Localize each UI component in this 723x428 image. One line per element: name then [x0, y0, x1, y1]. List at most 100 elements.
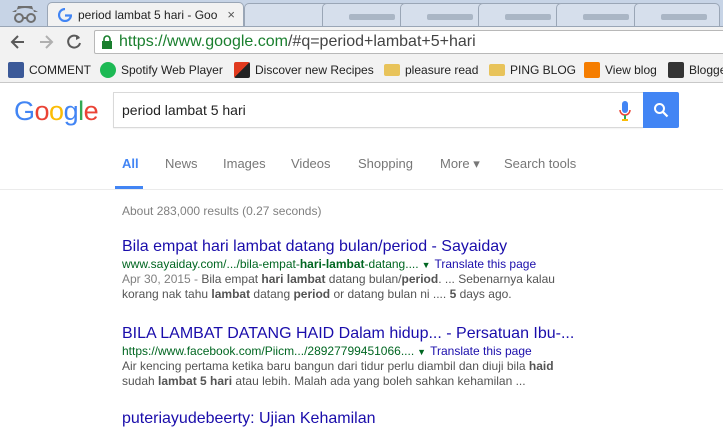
- bookmarks-bar: COMMENT Spotify Web Player Discover new …: [0, 57, 723, 83]
- result-url: www.sayaiday.com/.../bila-empat-hari-lam…: [122, 257, 582, 271]
- folder-icon: [489, 64, 505, 76]
- url-path: /#q=period+lambat+5+hari: [287, 33, 476, 50]
- snippet-text: Bila empat: [201, 272, 262, 286]
- tab-background-5[interactable]: [556, 3, 642, 26]
- bookmark-pleasure-read[interactable]: pleasure read: [384, 62, 478, 78]
- snippet-bold: hari lambat: [261, 272, 326, 286]
- tab-videos[interactable]: Videos: [291, 156, 331, 171]
- tab-images[interactable]: Images: [223, 156, 266, 171]
- result-title-link[interactable]: puteriayudebeerty: Ujian Kehamilan: [122, 410, 375, 428]
- bookmark-label: pleasure read: [405, 63, 479, 77]
- bookmark-label: PING BLOG: [510, 63, 577, 77]
- bookmark-label: View blog: [605, 63, 657, 77]
- search-input[interactable]: period lambat 5 hari: [113, 92, 643, 128]
- result-date: Apr 30, 2015 -: [122, 272, 202, 286]
- reload-icon[interactable]: [64, 32, 84, 52]
- result-stats: About 283,000 results (0.27 seconds): [122, 204, 322, 218]
- dropdown-arrow-icon[interactable]: ▼: [417, 347, 426, 357]
- google-header: Google period lambat 5 hari: [0, 84, 723, 138]
- recipes-icon: [234, 62, 250, 78]
- tab-all[interactable]: All: [122, 156, 139, 171]
- url-text: https://www.google.com/#q=period+lambat+…: [119, 33, 476, 51]
- logo-letter: o: [49, 96, 64, 126]
- snippet-text: korang nak tahu: [122, 287, 212, 301]
- search-tabs: All News Images Videos Shopping More ▾ S…: [0, 138, 723, 190]
- tab-blur: [427, 14, 473, 20]
- search-result: Bila empat hari lambat datang bulan/peri…: [122, 238, 582, 302]
- bookmark-comment[interactable]: COMMENT: [8, 62, 91, 78]
- address-bar[interactable]: https://www.google.com/#q=period+lambat+…: [94, 30, 723, 54]
- blogger-b-icon: [668, 62, 684, 78]
- tab-background-3[interactable]: [400, 3, 486, 26]
- tab-active[interactable]: period lambat 5 hari - Goo ×: [47, 2, 244, 26]
- url-part: https://www.facebook.com/Piicm.../289277…: [122, 344, 415, 358]
- result-snippet: Air kencing pertama ketika baru bangun d…: [122, 359, 582, 389]
- snippet-text: datang: [250, 287, 294, 301]
- microphone-icon[interactable]: [619, 101, 631, 121]
- bookmark-label: Spotify Web Player: [121, 63, 223, 77]
- snippet-text: or datang bulan ni ....: [330, 287, 450, 301]
- bookmark-spotify[interactable]: Spotify Web Player: [100, 62, 223, 78]
- tab-blur: [661, 14, 707, 20]
- tab-blur: [583, 14, 629, 20]
- snippet-text: atau lebih. Malah ada yang boleh sahkan …: [232, 374, 526, 388]
- facebook-icon: [8, 62, 24, 78]
- tab-strip: period lambat 5 hari - Goo ×: [0, 0, 723, 27]
- tab-blur: [349, 14, 395, 20]
- bookmark-label: Discover new Recipes: [255, 63, 374, 77]
- tab-title: period lambat 5 hari - Goo: [78, 8, 218, 22]
- tab-more[interactable]: More ▾: [440, 156, 480, 172]
- tab-news[interactable]: News: [165, 156, 198, 171]
- url-host: https://www.google.com: [119, 33, 288, 50]
- bookmark-blogger[interactable]: Blogge: [668, 62, 723, 78]
- url-part-bold: hari-lambat: [299, 257, 365, 271]
- tab-background-6[interactable]: [634, 3, 720, 26]
- snippet-text: datang bulan/: [325, 272, 402, 286]
- snippet-bold: lambat 5 hari: [158, 374, 233, 388]
- translate-link[interactable]: Translate this page: [430, 344, 532, 358]
- google-logo[interactable]: Google: [14, 96, 99, 127]
- result-url: https://www.facebook.com/Piicm.../289277…: [122, 344, 582, 358]
- close-tab-icon[interactable]: ×: [227, 7, 235, 22]
- bookmark-label: Blogge: [689, 63, 723, 77]
- incognito-icon: [12, 6, 38, 23]
- logo-letter: o: [34, 96, 50, 126]
- tab-blur: [505, 14, 551, 20]
- result-title-link[interactable]: Bila empat hari lambat datang bulan/peri…: [122, 238, 582, 256]
- bookmark-label: COMMENT: [29, 63, 91, 77]
- google-favicon-icon: [58, 8, 72, 22]
- snippet-bold: period: [401, 272, 439, 286]
- search-icon: [654, 103, 669, 118]
- translate-link[interactable]: Translate this page: [435, 257, 537, 271]
- tab-shopping[interactable]: Shopping: [358, 156, 413, 171]
- search-query: period lambat 5 hari: [122, 102, 246, 118]
- tab-background-1[interactable]: [244, 3, 330, 26]
- bookmark-view-blog[interactable]: View blog: [584, 62, 657, 78]
- forward-arrow-icon[interactable]: [36, 32, 56, 52]
- search-result: puteriayudebeerty: Ujian Kehamilan: [122, 410, 375, 428]
- active-tab-indicator: [115, 186, 143, 189]
- snippet-text: Air kencing pertama ketika baru bangun d…: [122, 359, 529, 373]
- bookmark-ping-blog[interactable]: PING BLOG: [489, 62, 576, 78]
- bookmark-recipes[interactable]: Discover new Recipes: [234, 62, 374, 78]
- spotify-icon: [100, 62, 116, 78]
- logo-letter: e: [83, 96, 99, 126]
- tab-background-4[interactable]: [478, 3, 564, 26]
- snippet-text: sudah: [122, 374, 159, 388]
- logo-letter: G: [14, 96, 35, 126]
- back-arrow-icon[interactable]: [8, 32, 28, 52]
- search-result: BILA LAMBAT DATANG HAID Dalam hidup... -…: [122, 325, 582, 389]
- url-part: www.sayaiday.com/.../bila-empat-: [122, 257, 300, 271]
- result-title-link[interactable]: BILA LAMBAT DATANG HAID Dalam hidup... -…: [122, 325, 582, 343]
- tab-search-tools[interactable]: Search tools: [504, 156, 576, 171]
- dropdown-arrow-icon[interactable]: ▼: [422, 260, 431, 270]
- browser-toolbar: https://www.google.com/#q=period+lambat+…: [0, 27, 723, 57]
- search-button[interactable]: [643, 92, 679, 128]
- blogger-icon: [584, 62, 600, 78]
- snippet-text: . ... Sebenarnya kalau: [438, 272, 555, 286]
- tab-background-2[interactable]: [322, 3, 408, 26]
- lock-icon: [102, 35, 112, 49]
- logo-letter: g: [63, 96, 79, 126]
- folder-icon: [384, 64, 400, 76]
- snippet-text: days ago.: [456, 287, 512, 301]
